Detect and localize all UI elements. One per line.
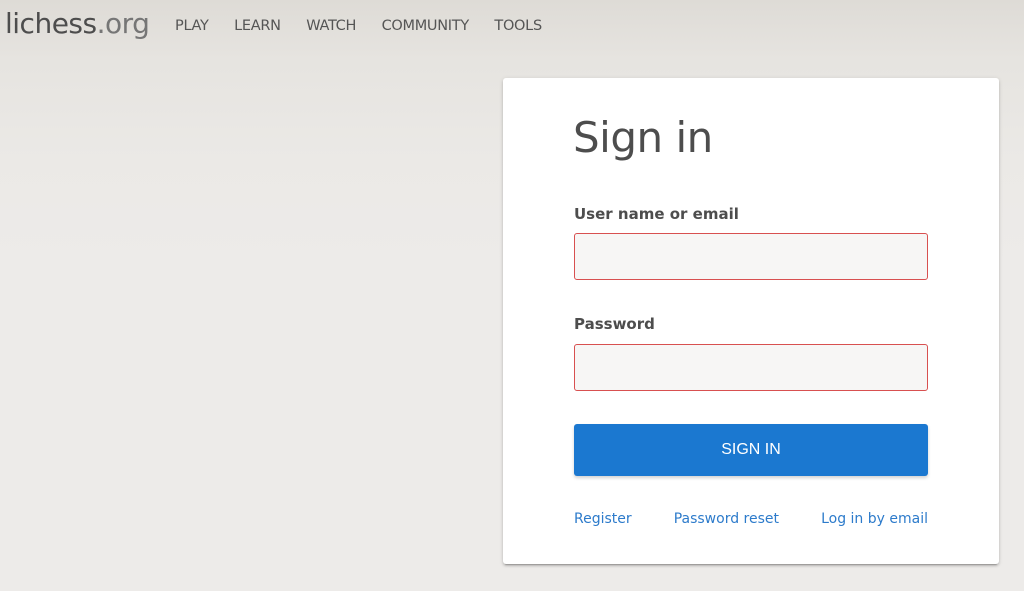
site-logo[interactable]: lichess.org xyxy=(5,7,150,40)
signin-links: Register Password reset Log in by email xyxy=(574,511,928,527)
sign-in-button[interactable]: SIGN IN xyxy=(574,424,928,476)
register-link[interactable]: Register xyxy=(574,511,632,527)
password-label: Password xyxy=(574,315,655,333)
username-input[interactable] xyxy=(574,233,928,280)
nav-watch[interactable]: WATCH xyxy=(306,18,356,34)
top-navigation-bar: lichess.org PLAY LEARN WATCH COMMUNITY T… xyxy=(0,0,1024,54)
nav-learn[interactable]: LEARN xyxy=(234,18,281,34)
login-by-email-link[interactable]: Log in by email xyxy=(821,511,928,527)
password-reset-link[interactable]: Password reset xyxy=(674,511,779,527)
main-nav: PLAY LEARN WATCH COMMUNITY TOOLS xyxy=(175,18,567,34)
nav-play[interactable]: PLAY xyxy=(175,18,209,34)
username-label: User name or email xyxy=(574,205,739,223)
signin-card: Sign in User name or email Password SIGN… xyxy=(503,78,999,564)
logo-tld: .org xyxy=(96,7,150,40)
nav-community[interactable]: COMMUNITY xyxy=(382,18,470,34)
password-input[interactable] xyxy=(574,344,928,391)
logo-main: lichess xyxy=(5,7,97,40)
page-title: Sign in xyxy=(573,113,713,162)
nav-tools[interactable]: TOOLS xyxy=(494,18,542,34)
